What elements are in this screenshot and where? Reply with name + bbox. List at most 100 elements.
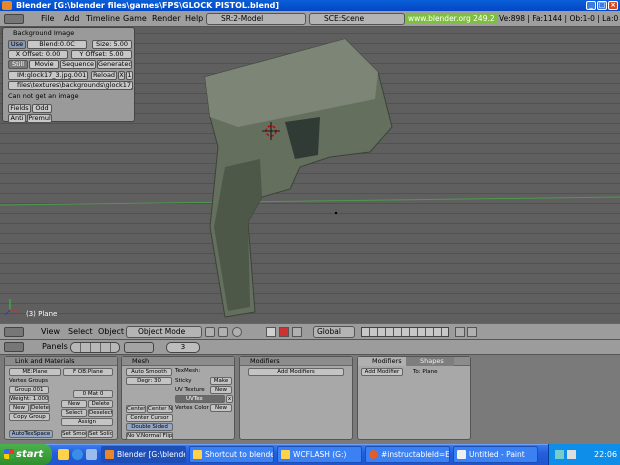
center-cursor-button[interactable]: Center Cursor <box>126 414 173 422</box>
tab-still[interactable]: Still <box>8 60 28 69</box>
no-vnormal-flip-toggle[interactable]: No V.Normal Flip <box>126 432 173 440</box>
image-name-field[interactable]: IM:glock17_3.jpg.001 <box>8 71 88 80</box>
scene-selector[interactable]: SCE:Scene <box>309 13 405 25</box>
vgroup-new-button[interactable]: New <box>9 404 29 412</box>
double-sided-toggle[interactable]: Double Sided <box>126 423 173 431</box>
start-button[interactable]: start <box>0 444 52 465</box>
menu-help[interactable]: Help <box>185 11 203 27</box>
rotate-icon[interactable] <box>292 327 302 337</box>
image-users-button[interactable]: 1 <box>126 71 133 80</box>
menu-file[interactable]: File <box>41 11 54 27</box>
minimize-icon[interactable]: _ <box>586 1 596 10</box>
menu-add[interactable]: Add <box>64 11 80 27</box>
anti-toggle[interactable]: Anti <box>8 114 26 123</box>
set-solid-button[interactable]: Set Solid <box>88 430 113 438</box>
blender-url[interactable]: www.blender.org 249.2 <box>406 14 497 23</box>
object-menu[interactable]: Object <box>98 324 124 340</box>
weight-field[interactable]: Weight: 1.000 <box>9 395 49 403</box>
tab-movie[interactable]: Movie <box>29 60 59 69</box>
screen-selector[interactable]: SR:2-Model <box>206 13 306 25</box>
object-name-field[interactable]: F OB:Plane <box>63 368 113 376</box>
background-image-panel: Background Image Use Blend:0.0C Size: 5.… <box>2 27 135 123</box>
editor-type-icon[interactable] <box>4 14 24 24</box>
task-shortcut-blender[interactable]: Shortcut to blender <box>189 446 274 463</box>
material-index-field[interactable]: 0 Mat 0 <box>73 390 113 398</box>
degr-field[interactable]: Degr: 30 <box>126 377 172 385</box>
auto-smooth-button[interactable]: Auto Smooth <box>126 368 172 376</box>
fields-toggle[interactable]: Fields <box>8 104 31 113</box>
use-button[interactable]: Use <box>8 40 26 49</box>
add-modifiers-button[interactable]: Add Modifiers <box>248 368 344 376</box>
uvtex-delete-button[interactable]: x <box>226 395 233 403</box>
uv-new-button[interactable]: New <box>210 386 232 394</box>
context-icons[interactable] <box>70 342 120 353</box>
mode-selector[interactable]: Object Mode <box>126 326 202 338</box>
volume-icon[interactable] <box>567 450 576 459</box>
blend-slider[interactable]: Blend:0.0C <box>27 40 87 49</box>
close-icon[interactable]: × <box>608 1 618 10</box>
render-icon[interactable] <box>467 327 477 337</box>
view-menu[interactable]: View <box>41 324 60 340</box>
windows-logo-icon <box>4 449 14 459</box>
material-deselect-button[interactable]: Deselect <box>88 409 113 417</box>
buttons-editor-type-icon[interactable] <box>4 342 24 352</box>
premul-toggle[interactable]: Premul <box>27 114 52 123</box>
tab-shapes[interactable]: Shapes <box>406 357 454 366</box>
vc-new-button[interactable]: New <box>210 404 232 412</box>
explorer-quicklaunch-icon[interactable] <box>58 449 69 460</box>
add-modifier-button[interactable]: Add Modifier <box>361 368 403 376</box>
material-new-button[interactable]: New <box>61 400 87 408</box>
desktop-quicklaunch-icon[interactable] <box>86 449 97 460</box>
tab-sequence[interactable]: Sequence <box>60 60 96 69</box>
ie-quicklaunch-icon[interactable] <box>72 449 83 460</box>
vgroup-delete-button[interactable]: Delete <box>30 404 50 412</box>
modifiers-panel-title: Modifiers <box>240 357 352 366</box>
hand-icon[interactable] <box>266 327 276 337</box>
copy-group-button[interactable]: Copy Group <box>9 413 50 421</box>
network-icon[interactable] <box>555 450 564 459</box>
frame-field[interactable]: 3 <box>166 342 200 353</box>
orientation-selector[interactable]: Global <box>313 326 355 338</box>
scene-stats: Ve:898 | Fa:1144 | Ob:1-0 | La:0 <box>499 14 619 23</box>
layer-buttons[interactable] <box>361 327 449 337</box>
task-paint[interactable]: Untitled - Paint <box>453 446 538 463</box>
image-filepath-field[interactable]: files\textures\backgrounds\glock17_3.jpg <box>8 81 133 90</box>
uvtex-field[interactable]: UVTex <box>175 395 225 403</box>
menu-game[interactable]: Game <box>123 11 147 27</box>
panels-menu[interactable]: Panels <box>42 342 68 351</box>
select-menu[interactable]: Select <box>68 324 93 340</box>
set-smooth-button[interactable]: Set Smoot <box>61 430 87 438</box>
reload-button[interactable]: Reload <box>91 71 117 80</box>
material-select-button[interactable]: Select <box>61 409 87 417</box>
odd-toggle[interactable]: Odd <box>32 104 52 113</box>
x-offset-field[interactable]: X Offset: 0.00 <box>8 50 68 59</box>
uv-texture-label: UV Texture <box>175 387 205 393</box>
tab-generated[interactable]: Generated <box>97 60 132 69</box>
material-delete-button[interactable]: Delete <box>88 400 113 408</box>
y-offset-field[interactable]: Y Offset: 5.00 <box>71 50 132 59</box>
pivot-icon[interactable] <box>218 327 228 337</box>
lock-icon[interactable] <box>455 327 465 337</box>
unlink-image-button[interactable]: X <box>118 71 125 80</box>
tab-modifiers[interactable]: Modifiers <box>358 357 406 366</box>
maximize-icon[interactable]: □ <box>597 1 607 10</box>
translate-icon[interactable] <box>279 327 289 337</box>
menu-timeline[interactable]: Timeline <box>86 11 120 27</box>
vertex-group-select[interactable]: Group.001 <box>9 386 49 394</box>
size-field[interactable]: Size: 5.00 <box>92 40 132 49</box>
autotexspace-button[interactable]: AutoTexSpace <box>9 430 53 438</box>
assign-button[interactable]: Assign <box>61 418 113 426</box>
task-browser[interactable]: #instructableId=E... <box>365 446 450 463</box>
center-button[interactable]: Center <box>126 405 146 413</box>
task-browser-label: #instructableId=E... <box>381 450 450 459</box>
menu-render[interactable]: Render <box>152 11 180 27</box>
sticky-make-button[interactable]: Make <box>210 377 232 385</box>
draw-type-icon[interactable] <box>205 327 215 337</box>
subcontext-icons[interactable] <box>124 342 154 353</box>
center-new-button[interactable]: Center New <box>147 405 173 413</box>
task-blender[interactable]: Blender [G:\blender f... <box>101 446 186 463</box>
task-wcflash[interactable]: WCFLASH (G:) <box>277 446 362 463</box>
mesh-name-field[interactable]: ME:Plane <box>9 368 61 376</box>
magnet-icon[interactable] <box>232 327 242 337</box>
view-editor-type-icon[interactable] <box>4 327 24 337</box>
